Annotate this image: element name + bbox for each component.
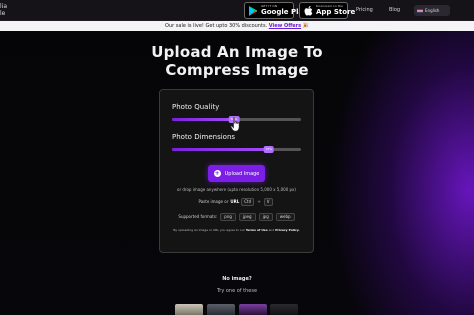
brand-line-1: lia	[0, 3, 8, 10]
sample-image-thumbnail[interactable]	[239, 304, 267, 315]
hand-cursor-icon	[230, 117, 240, 132]
paste-url-link[interactable]: URL	[230, 199, 239, 205]
terms-and: and	[268, 228, 275, 232]
format-chip: webp	[275, 213, 295, 221]
page-title-line-1: Upload An Image To	[151, 43, 323, 61]
party-popper-icon: 🎉	[302, 23, 309, 29]
upload-card: Photo Quality 80% Photo Dimensions 75% +…	[159, 89, 314, 253]
sample-image-thumbnail[interactable]	[207, 304, 235, 315]
paste-hint: Paste image or URL Ctrl + V	[160, 198, 313, 206]
page-title-line-2: Compress Image	[165, 61, 309, 79]
format-chip: png	[220, 213, 236, 221]
paste-text: Paste image or	[198, 199, 229, 204]
v-key: V	[263, 198, 273, 206]
format-chip: jpeg	[238, 213, 256, 221]
privacy-policy-link[interactable]: Privacy Policy.	[275, 228, 299, 232]
photo-quality-slider-fill	[172, 118, 234, 121]
terms-notice: By uploading an image or URL you agree t…	[172, 226, 301, 234]
photo-dimensions-slider[interactable]: 75%	[172, 146, 301, 153]
page: lia le GET IT ON Google Play Download on…	[0, 0, 474, 315]
app-store-badge[interactable]: Download on the App Store	[299, 2, 355, 19]
ctrl-key: Ctrl	[241, 198, 255, 206]
drop-hint-text: or drop image anywhere (upto resolution …	[177, 187, 296, 192]
nav-pricing-link[interactable]: Pricing	[356, 6, 373, 14]
us-flag-icon	[417, 8, 423, 13]
supported-formats: Supported formats: png jpeg jpg webp	[160, 213, 313, 221]
brand-line-2: le	[0, 10, 6, 17]
apple-icon	[304, 5, 313, 16]
promo-banner: Our sale is live! Get upto 30% discounts…	[0, 21, 474, 31]
google-play-icon	[249, 5, 258, 16]
plus-icon: +	[213, 170, 221, 177]
top-header: lia le GET IT ON Google Play Download on…	[0, 0, 474, 21]
photo-dimensions-value[interactable]: 75%	[263, 146, 275, 153]
nav-blog-link[interactable]: Blog	[389, 6, 400, 14]
terms-prefix: By uploading an image or URL you agree t…	[173, 228, 245, 232]
supported-formats-label: Supported formats:	[178, 214, 218, 219]
photo-dimensions-slider-fill	[172, 148, 269, 151]
try-samples-text: Try one of these	[216, 288, 258, 294]
page-title: Upload An Image To Compress Image	[110, 43, 364, 79]
upload-image-label: Upload Image	[224, 170, 260, 177]
key-plus: +	[257, 199, 261, 204]
language-selector[interactable]: English	[414, 5, 450, 16]
photo-quality-label: Photo Quality	[172, 103, 220, 111]
brand-logo[interactable]: lia le	[0, 0, 22, 21]
language-label: English	[425, 8, 440, 13]
upload-image-button[interactable]: + Upload Image	[208, 165, 265, 182]
app-store-big-text: App Store	[316, 8, 356, 16]
sample-image-thumbnail[interactable]	[175, 304, 203, 315]
promo-text: Our sale is live! Get upto 30% discounts…	[165, 23, 268, 29]
format-chip: jpg	[258, 213, 273, 221]
view-offers-link[interactable]: View Offers	[269, 23, 301, 29]
photo-dimensions-label: Photo Dimensions	[172, 133, 236, 141]
sample-image-thumbnail[interactable]	[270, 304, 298, 315]
terms-of-use-link[interactable]: Terms of Use	[246, 228, 268, 232]
google-play-badge[interactable]: GET IT ON Google Play	[244, 2, 308, 19]
no-image-heading: No image?	[222, 276, 252, 282]
